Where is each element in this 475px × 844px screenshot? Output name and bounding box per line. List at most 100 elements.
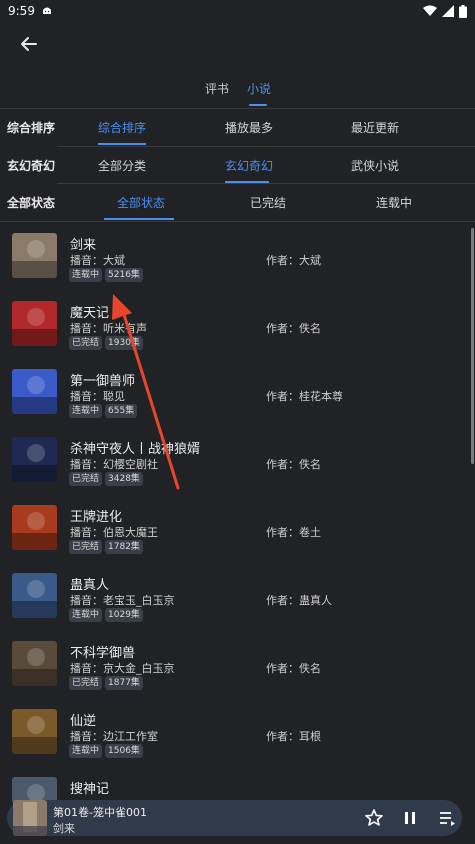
book-cover-image (12, 573, 57, 618)
book-cover-image (12, 369, 57, 414)
battery-icon (459, 4, 467, 18)
list-item[interactable]: 蛊真人 播音：老宝玉_白玉京 作者：蛊真人 连载中 1029集 (0, 562, 475, 630)
book-narrator: 播音：聪见 (70, 390, 125, 403)
filter-label-sort: 综合排序 (7, 121, 56, 135)
episode-count-badge: 1782集 (105, 540, 143, 554)
episode-count-badge: 5216集 (105, 268, 143, 282)
episode-count-badge: 1506集 (105, 744, 143, 758)
book-author: 作者：蛊真人 (266, 594, 332, 607)
filter-label-state: 全部状态 (7, 196, 56, 210)
status-time: 9:59 (8, 4, 35, 18)
episode-count-badge: 3428集 (105, 472, 143, 486)
book-tags: 连载中 1029集 (69, 608, 143, 622)
book-tags: 已完结 1930集 (69, 336, 143, 350)
filter-option-sort-comprehensive[interactable]: 综合排序 (98, 119, 146, 136)
mini-player[interactable]: 第01卷-笼中雀001 剑来 (7, 800, 462, 836)
book-cover-image (12, 301, 57, 346)
book-narrator: 播音：幻樱空剧社 (70, 458, 158, 471)
book-cover-image (12, 437, 57, 482)
playlist-icon (440, 812, 455, 826)
book-author: 作者：耳根 (266, 730, 321, 743)
status-badge: 连载中 (69, 268, 103, 282)
filter-option-state-serial[interactable]: 连载中 (376, 194, 412, 211)
list-item[interactable]: 搜神记 (0, 766, 475, 802)
status-badge: 已完结 (69, 336, 103, 350)
filter-option-state-all[interactable]: 全部状态 (117, 194, 165, 211)
list-item[interactable]: 不科学御兽 播音：京大金_白玉京 作者：佚名已完结 1877集 (0, 630, 475, 698)
book-tags: 已完结 3428集 (69, 472, 143, 486)
status-badge: 连载中 (69, 404, 103, 418)
filter-label-category: 玄幻奇幻 (7, 159, 56, 173)
star-icon (365, 809, 383, 826)
book-cover-image (12, 709, 57, 754)
wifi-icon (423, 5, 437, 16)
list-item[interactable]: 王牌进化 播音：伯恩大魔王 作者：卷土 已完结 1782集 (0, 494, 475, 562)
pause-button[interactable] (400, 808, 420, 828)
filter-option-sort-most-played[interactable]: 播放最多 (225, 119, 273, 136)
book-title: 魔天记 (70, 306, 110, 321)
book-narrator: 播音：听米有声 (70, 322, 147, 335)
episode-count-badge: 1877集 (105, 676, 143, 690)
filter-indicator-sort (98, 143, 146, 145)
list-item[interactable]: 剑来 播音：大斌 作者：大斌 连载中 5216集 (0, 222, 475, 290)
book-tags: 已完结 1877集 (69, 676, 143, 690)
back-button[interactable] (18, 33, 40, 55)
book-cover-image (12, 777, 57, 802)
list-item[interactable]: 仙逆 播音：边江工作室 作者：耳根连载中 1506集 (0, 698, 475, 766)
pause-icon (405, 812, 415, 824)
book-cover-image (12, 641, 57, 686)
list-item[interactable]: 杀神守夜人丨战神狼婿 播音：幻樱空剧社 作者：佚名 已完结 3428集 (0, 426, 475, 494)
book-title: 第一御兽师 (70, 374, 136, 389)
filter-row-state: 全部状态 全部状态 已完结 连载中 (0, 184, 475, 220)
book-author: 作者：桂花本尊 (266, 390, 343, 403)
book-narrator: 播音：大斌 (70, 254, 125, 267)
book-narrator: 播音：边江工作室 (70, 730, 158, 743)
book-title: 不科学御兽 (70, 646, 136, 661)
filter-row-category: 玄幻奇幻 全部分类 玄幻奇幻 武侠小说 (0, 147, 475, 183)
android-icon (42, 7, 51, 14)
status-badge: 已完结 (69, 472, 103, 486)
tab-xiaoshuo[interactable]: 小说 (247, 80, 271, 97)
status-badge: 连载中 (69, 744, 103, 758)
episode-count-badge: 1029集 (105, 608, 143, 622)
filter-row-sort: 综合排序 综合排序 播放最多 最近更新 (0, 109, 475, 145)
status-bar: 9:59 (0, 0, 475, 22)
book-tags: 连载中 655集 (69, 404, 138, 418)
player-cover-image (13, 800, 47, 836)
signal-icon (442, 5, 454, 17)
book-cover-image (12, 505, 57, 550)
filter-option-category-xuanhuan[interactable]: 玄幻奇幻 (225, 157, 273, 174)
book-tags: 已完结 1782集 (69, 540, 143, 554)
filter-indicator-state (104, 218, 174, 220)
playlist-button[interactable] (437, 808, 457, 828)
player-track-title: 第01卷-笼中雀001 (53, 806, 147, 819)
book-title: 王牌进化 (70, 510, 123, 525)
book-title: 搜神记 (70, 782, 110, 797)
player-book-title: 剑来 (53, 822, 75, 835)
book-author: 作者：佚名 (266, 662, 321, 675)
filter-option-state-finished[interactable]: 已完结 (250, 194, 286, 211)
episode-count-badge: 1930集 (105, 336, 143, 350)
top-tabs: 评书 小说 (0, 80, 475, 106)
book-title: 杀神守夜人丨战神狼婿 (70, 442, 201, 457)
filter-option-category-all[interactable]: 全部分类 (98, 157, 146, 174)
book-author: 作者：佚名 (266, 322, 321, 335)
book-title: 仙逆 (70, 714, 97, 729)
status-badge: 已完结 (69, 676, 103, 690)
book-narrator: 播音：老宝玉_白玉京 (70, 594, 175, 607)
status-badge: 连载中 (69, 608, 103, 622)
list-item[interactable]: 第一御兽师 播音：聪见 作者：桂花本尊连载中 655集 (0, 358, 475, 426)
favorite-button[interactable] (364, 808, 384, 828)
scrollbar[interactable] (471, 228, 474, 464)
book-cover-image (12, 233, 57, 278)
filter-option-sort-recent[interactable]: 最近更新 (351, 119, 399, 136)
list-item[interactable]: 魔天记 播音：听米有声 作者：佚名已完结 1930集 (0, 290, 475, 358)
filter-option-category-wuxia[interactable]: 武侠小说 (351, 157, 399, 174)
episode-count-badge: 655集 (105, 404, 138, 418)
book-author: 作者：大斌 (266, 254, 321, 267)
book-list: 剑来 播音：大斌 作者：大斌 连载中 5216集 魔天记 播音：听米有声 作者：佚名 已完结 19… (0, 222, 475, 802)
tab-pingshu[interactable]: 评书 (205, 80, 229, 97)
book-narrator: 播音：京大金_白玉京 (70, 662, 175, 675)
status-badge: 已完结 (69, 540, 103, 554)
book-author: 作者：卷土 (266, 526, 321, 539)
